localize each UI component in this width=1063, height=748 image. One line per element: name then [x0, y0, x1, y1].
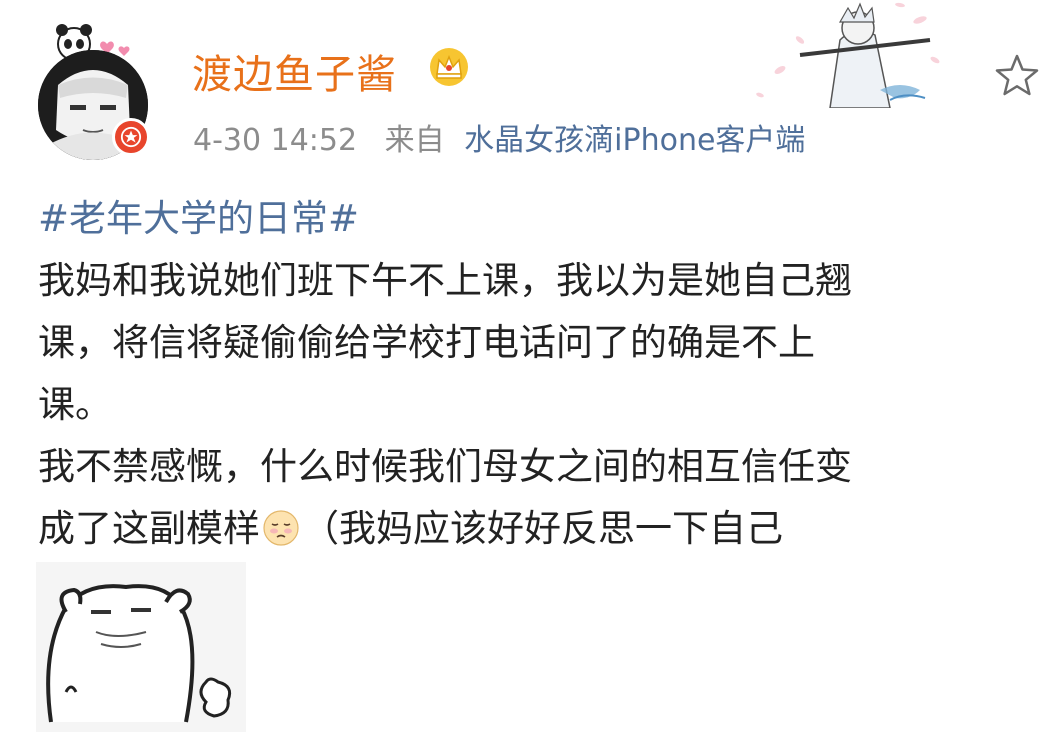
post-time: 4-30 14:52 — [193, 123, 358, 158]
post-text-line: 课，将信将疑偷偷给学校打电话问了的确是不上 — [38, 321, 815, 364]
post-image-bear-meme[interactable] — [36, 562, 246, 732]
verified-star-badge-icon — [112, 118, 150, 156]
topic-hashtag-link[interactable]: #老年大学的日常# — [38, 188, 1038, 250]
sad-face-emoji-icon — [263, 510, 299, 546]
post-text-line-last: 成了这副模样 （我妈应该好好反思一下自己 — [38, 498, 1038, 560]
avatar-container[interactable] — [32, 22, 162, 160]
post-meta: 4-30 14:52 来自 水晶女孩滴iPhone客户端 — [193, 115, 805, 159]
post-body: #老年大学的日常# 我妈和我说她们班下午不上课，我以为是她自己翘 课，将信将疑偷… — [38, 188, 1038, 560]
post-text-line: 课。 — [38, 383, 112, 426]
post-text-line: 我妈和我说她们班下午不上课，我以为是她自己翘 — [38, 259, 852, 302]
star-outline-icon[interactable] — [993, 52, 1041, 100]
card-decoration-image — [756, 2, 940, 108]
post-text-segment: （我妈应该好好反思一下自己 — [302, 507, 783, 550]
username[interactable]: 渡边鱼子酱 — [192, 42, 397, 100]
source-prefix: 来自 — [384, 123, 445, 158]
post-text-line: 我不禁感慨，什么时候我们母女之间的相互信任变 — [38, 445, 852, 488]
post-text-segment: 成了这副模样 — [38, 507, 260, 550]
source-client-link[interactable]: 水晶女孩滴iPhone客户端 — [464, 123, 805, 158]
vip-crown-icon[interactable] — [428, 46, 470, 88]
bear-meme-image — [36, 562, 246, 732]
